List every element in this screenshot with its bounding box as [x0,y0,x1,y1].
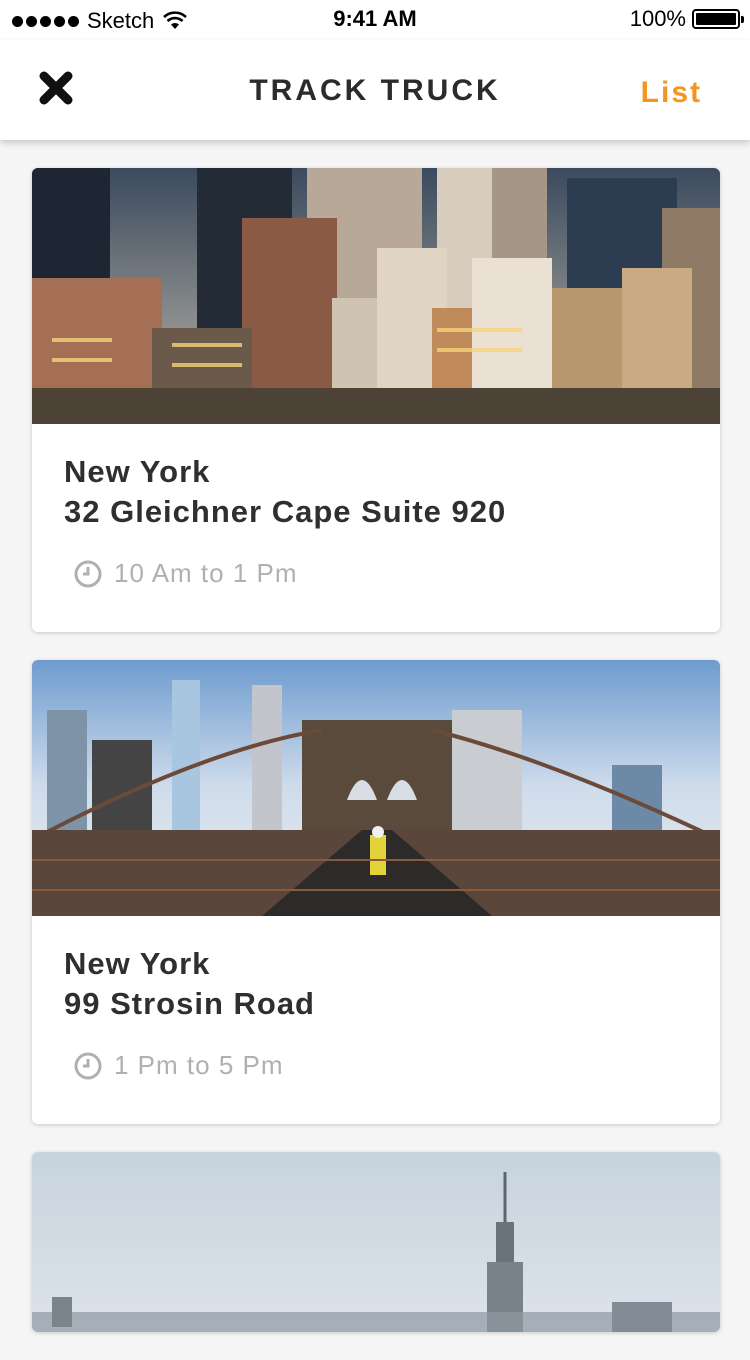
list-button[interactable]: List [641,76,702,110]
city-skyline-image [32,168,720,424]
card-content: New York 99 Strosin Road 1 Pm to 5 Pm [32,916,720,1124]
card-address: 99 Strosin Road [64,986,315,1021]
location-card[interactable]: New York 99 Strosin Road 1 Pm to 5 Pm [32,660,720,1124]
battery-status: 100% [629,6,744,32]
status-bar: Sketch 9:41 AM 100% [0,0,750,40]
clock-icon [74,560,102,587]
card-address: 32 Gleichner Cape Suite 920 [64,494,507,529]
battery-icon [692,9,744,29]
nav-bar: TRACK TRUCK List [0,40,750,140]
location-card[interactable] [32,1152,720,1332]
clock-icon [74,1052,102,1079]
card-content: New York 32 Gleichner Cape Suite 920 10 … [32,424,720,632]
location-list: New York 32 Gleichner Cape Suite 920 10 … [32,168,720,1360]
card-city: New York [64,454,211,489]
battery-percent: 100% [629,6,686,31]
page-title: TRACK TRUCK [249,74,501,107]
card-hours: 1 Pm to 5 Pm [74,1050,284,1081]
hours-text: 1 Pm to 5 Pm [114,1050,284,1080]
empire-state-skyline-image [32,1152,720,1332]
brooklyn-bridge-image [32,660,720,916]
card-city: New York [64,946,211,981]
card-hours: 10 Am to 1 Pm [74,558,298,589]
hours-text: 10 Am to 1 Pm [114,558,298,588]
location-card[interactable]: New York 32 Gleichner Cape Suite 920 10 … [32,168,720,632]
